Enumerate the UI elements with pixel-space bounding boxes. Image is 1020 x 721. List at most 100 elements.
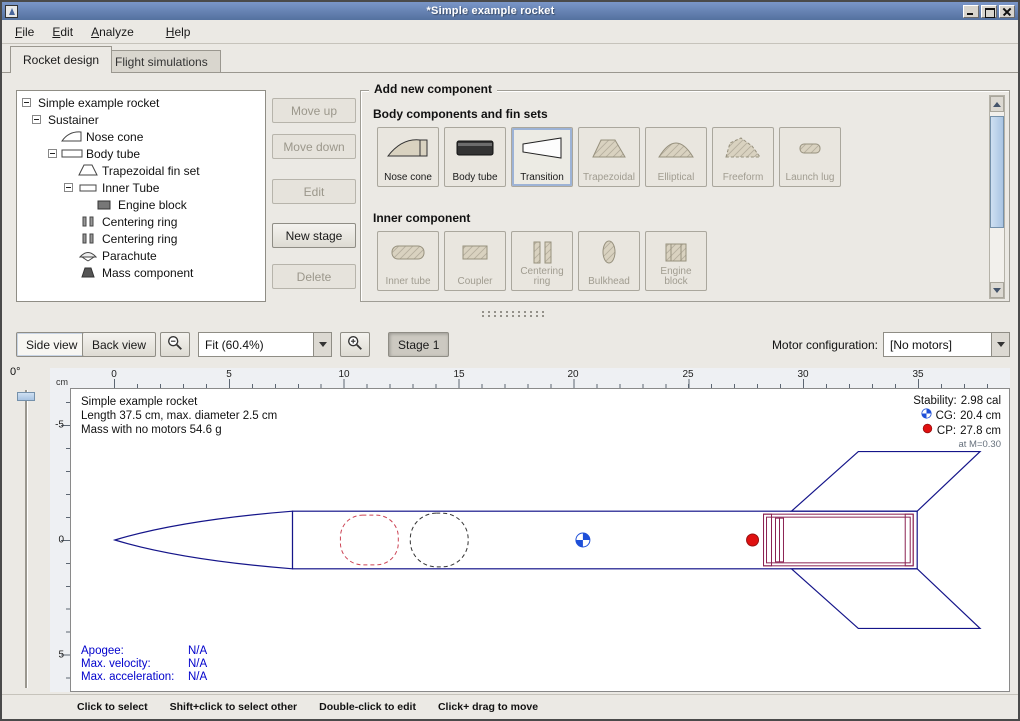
tree-item-sustainer[interactable]: Sustainer [19,111,263,128]
collapse-icon[interactable] [64,183,73,192]
body-tube-icon [61,147,83,160]
zoom-in-icon [346,334,364,355]
tree-item-rocket[interactable]: Simple example rocket [19,94,263,111]
centering-ring-icon [77,232,99,245]
collapse-icon[interactable] [22,98,31,107]
add-freeform-fin-button[interactable]: Freeform [712,127,774,187]
menu-analyze[interactable]: Analyze [82,22,143,42]
tab-divider [2,72,1018,73]
parachute-icon [77,249,99,262]
side-view-button[interactable]: Side view [16,332,87,357]
rocket-dimensions: Length 37.5 cm, max. diameter 2.5 cm [81,409,277,423]
tree-item-inner-tube[interactable]: Inner Tube [19,179,263,196]
window-icon[interactable] [5,5,18,18]
cp-marker[interactable] [747,534,759,546]
fin-top-shape[interactable] [791,452,980,512]
rotation-slider[interactable] [25,390,28,688]
motor-configuration-combo[interactable]: [No motors] [883,332,1010,357]
zoom-in-button[interactable] [340,332,370,357]
window-title: *Simple example rocket [18,5,963,17]
add-launch-lug-button[interactable]: Launch lug [779,127,841,187]
tab-flight-simulations[interactable]: Flight simulations [102,50,221,72]
add-inner-tube-button[interactable]: Inner tube [377,231,439,291]
tree-item-engine-block[interactable]: Engine block [19,196,263,213]
add-new-component-group: Add new component Body components and fi… [360,90,1010,302]
edit-button[interactable]: Edit [272,179,356,204]
ruler-unit-label: cm [50,368,70,388]
component-scrollbar[interactable] [989,95,1005,299]
add-trapezoidal-fin-button[interactable]: Trapezoidal [578,127,640,187]
add-nose-cone-button[interactable]: Nose cone [377,127,439,187]
status-bar: Click to select Shift+click to select ot… [2,694,1018,719]
add-bulkhead-button[interactable]: Bulkhead [578,231,640,291]
maximize-button[interactable] [981,5,997,18]
inner-tube-icon [77,181,99,194]
tree-item-centering-ring-1[interactable]: Centering ring [19,213,263,230]
fin-bottom-shape[interactable] [791,569,980,629]
menu-edit[interactable]: Edit [43,22,82,42]
group-title: Add new component [369,82,497,96]
centering-ring-icon [77,215,99,228]
mass-component-icon [77,266,99,279]
coupler-icon [453,237,497,272]
delete-button[interactable]: Delete [272,264,356,289]
new-stage-button[interactable]: New stage [272,223,356,248]
scroll-up-icon[interactable] [990,96,1004,112]
rocket-view-canvas[interactable]: Simple example rocket Length 37.5 cm, ma… [70,388,1010,692]
menu-bar: File Edit Analyze Help [2,20,1018,44]
tab-rocket-design[interactable]: Rocket design [10,46,112,73]
tree-item-mass-component[interactable]: Mass component [19,264,263,281]
scrollbar-thumb[interactable] [990,116,1004,228]
component-tree[interactable]: Simple example rocket Sustainer Nose con… [16,90,266,302]
tree-item-trapezoidal-fin-set[interactable]: Trapezoidal fin set [19,162,263,179]
title-bar: *Simple example rocket [2,2,1018,20]
stability-line: Stability:2.98 cal [913,394,1001,408]
rotation-slider-thumb[interactable] [17,392,35,401]
add-elliptical-fin-button[interactable]: Elliptical [645,127,707,187]
body-tube-icon [453,133,497,168]
cg-icon [921,408,932,423]
add-transition-button[interactable]: Transition [511,127,573,187]
rocket-mass: Mass with no motors 54.6 g [81,423,277,437]
move-up-button[interactable]: Move up [272,98,356,123]
add-body-tube-button[interactable]: Body tube [444,127,506,187]
add-coupler-button[interactable]: Coupler [444,231,506,291]
add-engine-block-button[interactable]: Engine block [645,231,707,291]
hint-double-click: Double-click to edit [319,701,416,713]
collapse-icon[interactable] [48,149,57,158]
chevron-down-icon [991,333,1009,356]
transition-icon [520,133,564,168]
nose-cone-shape[interactable] [115,511,293,569]
add-centering-ring-button[interactable]: Centering ring [511,231,573,291]
tree-item-centering-ring-2[interactable]: Centering ring [19,230,263,247]
rotation-angle-label: 0° [10,366,21,378]
move-down-button[interactable]: Move down [272,134,356,159]
menu-help[interactable]: Help [157,22,200,42]
scroll-down-icon[interactable] [990,282,1004,298]
tree-item-body-tube[interactable]: Body tube [19,145,263,162]
body-tube-shape[interactable] [293,511,918,569]
tree-item-parachute[interactable]: Parachute [19,247,263,264]
hint-drag: Click+ drag to move [438,701,538,713]
cp-icon [922,423,933,438]
minimize-button[interactable] [963,5,979,18]
app-window: *Simple example rocket File Edit Analyze… [0,0,1020,721]
flight-data: Apogee:N/A Max. velocity:N/A Max. accele… [81,645,207,684]
chevron-down-icon [313,333,331,356]
tree-item-nose-cone[interactable]: Nose cone [19,128,263,145]
stage-1-button[interactable]: Stage 1 [388,332,449,357]
fin-set-icon [77,164,99,177]
menu-file[interactable]: File [6,22,43,42]
back-view-button[interactable]: Back view [82,332,156,357]
zoom-out-button[interactable] [160,332,190,357]
mach-label: at M=0.30 [913,438,1001,452]
zoom-combo[interactable]: Fit (60.4%) [198,332,332,357]
zoom-out-icon [166,334,184,355]
hint-shift-click: Shift+click to select other [170,701,298,713]
collapse-icon[interactable] [32,115,41,124]
nose-cone-icon [61,130,83,143]
splitter-handle[interactable] [480,310,544,318]
close-button[interactable] [999,5,1015,18]
cg-marker[interactable] [576,533,590,547]
vertical-ruler: -5 0 5 [50,388,70,692]
